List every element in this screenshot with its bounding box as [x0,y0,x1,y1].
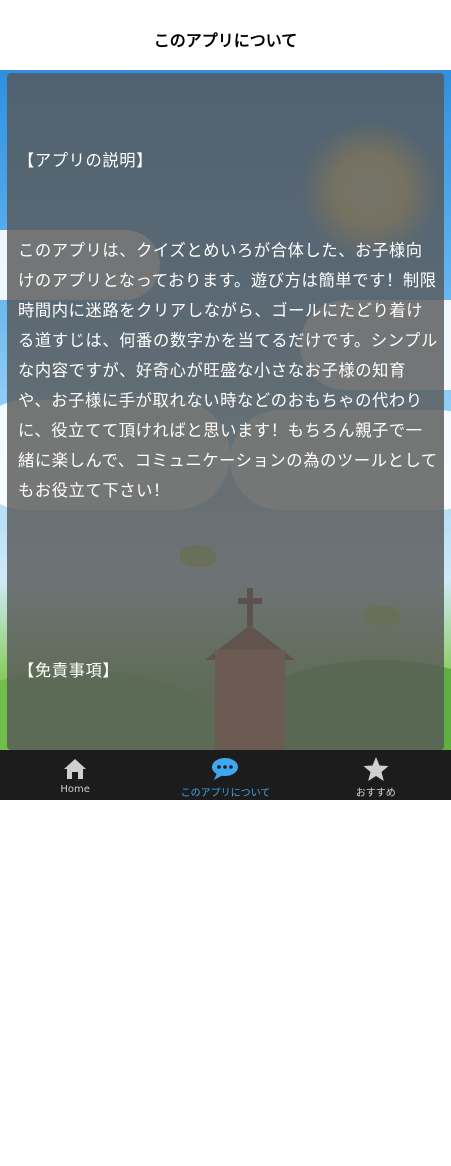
home-icon [64,759,87,779]
section-body-about: このアプリは、クイズとめいろが合体した、お子様向けのアプリとなっております。遊び… [18,241,438,500]
tab-about-label: このアプリについて [180,788,271,799]
section-heading-about: 【アプリの説明】 [18,151,154,170]
app-header: このアプリについて [0,0,451,71]
tab-recommended-label: おすすめ [355,788,396,799]
tab-home[interactable]: Home [0,750,150,800]
bottom-tab-bar: Home このアプリについて おすすめ [0,750,451,800]
speech-bubble-icon [212,758,239,780]
section-body-billing-note: ※このアプリ内においての課金は一切ございませんが、アプリ運営の為にアプリ内に広告… [18,1051,437,1130]
tab-recommended[interactable]: おすすめ [301,750,451,800]
tab-home-label: Home [60,784,90,795]
tab-about[interactable]: このアプリについて [150,750,300,800]
page-title: このアプリについて [153,31,298,50]
section-heading-disclaimer: 【免責事項】 [18,661,120,680]
star-icon [363,757,389,781]
description-text[interactable]: 【アプリの説明】 このアプリは、クイズとめいろが合体した、お子様向けのアプリとな… [18,86,438,1166]
